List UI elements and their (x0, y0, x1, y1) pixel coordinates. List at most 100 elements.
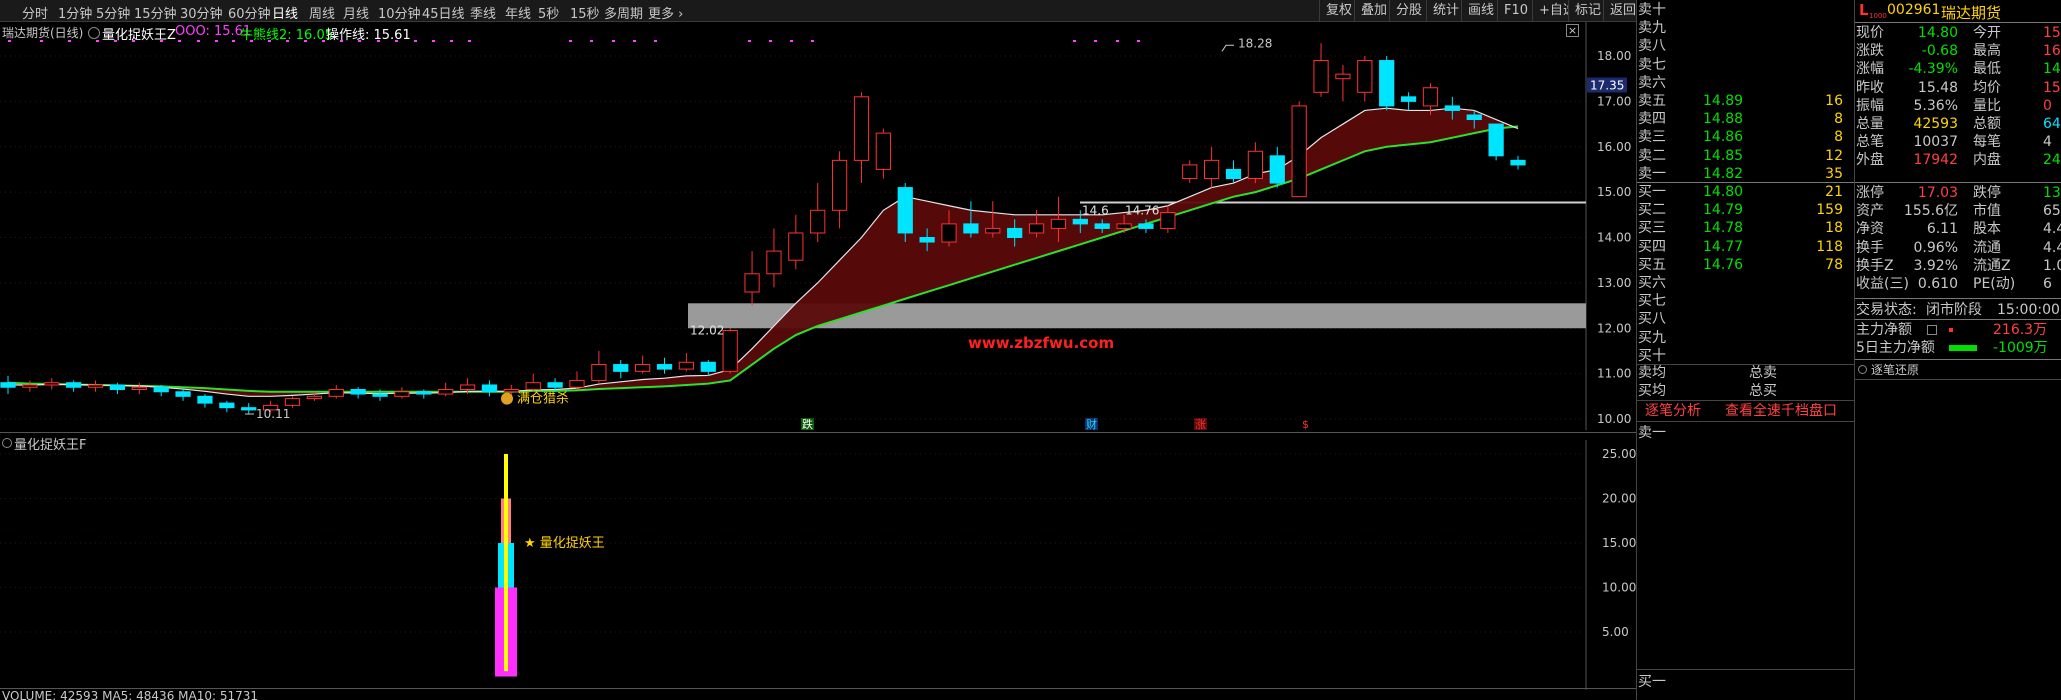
full-depth-link[interactable]: 查看全速千档盘口 (1725, 402, 1837, 420)
candle-body (1510, 159, 1526, 166)
timeframe-tab[interactable]: 更多 › (648, 3, 683, 22)
signal-label: 满仓猎杀 (517, 392, 569, 407)
toolbar-button[interactable]: 画线 (1461, 0, 1501, 21)
timeframe-tab[interactable]: 年线 (505, 3, 531, 22)
timeframe-tab[interactable]: 日线 (272, 3, 298, 22)
order-book-row[interactable]: 买一 14.80 21 (1637, 183, 1855, 201)
candle-body (525, 382, 541, 391)
timeframe-tab[interactable]: 月线 (343, 3, 369, 22)
candle-body (153, 386, 169, 393)
sub-indicator-chart[interactable]: 25.00 20.00 15.00 10.00 5.00 ★ 量化捉妖王 (0, 440, 1636, 690)
timeframe-tab[interactable]: 分时 (22, 3, 48, 22)
order-book-row[interactable]: 买二 14.79 159 (1637, 201, 1855, 219)
sub-axis-label: 15.00 (1602, 536, 1636, 550)
candle (1182, 160, 1198, 184)
timeframe-tab[interactable]: 30分钟 (180, 3, 223, 22)
timeframe-tab[interactable]: 60分钟 (228, 3, 271, 22)
candle-body (109, 384, 126, 391)
marker-dot (569, 40, 572, 42)
timeframe-tab[interactable]: 10分钟 (378, 3, 421, 22)
level-annotation-2b: 14.76 (1125, 203, 1159, 217)
event-marker[interactable]: $ (1302, 418, 1309, 430)
level-label: 买十 (1638, 347, 1666, 364)
candle (1400, 92, 1417, 111)
candle-body (219, 402, 235, 409)
timeframe-tab[interactable]: 15秒 (570, 3, 600, 22)
candle-body (1050, 218, 1067, 229)
candle-body (963, 223, 979, 234)
order-book-row[interactable]: 买七 (1637, 292, 1855, 310)
order-book-row[interactable]: 买十 (1637, 347, 1855, 365)
timeframe-tab[interactable]: 15分钟 (134, 3, 177, 22)
event-marker[interactable]: 跌 (802, 417, 813, 430)
toolbar-button[interactable]: F10 (1497, 0, 1535, 21)
candle-body (875, 132, 891, 170)
quote-row: 振幅 5.36% 量比 0 (1855, 97, 2061, 115)
toolbar-button[interactable]: 统计 (1426, 0, 1466, 21)
timeframe-tab[interactable]: 1分钟 (58, 3, 92, 22)
timeframe-tab[interactable]: 多周期 (604, 3, 643, 22)
quote-key: 最高 (1973, 43, 2001, 60)
timeframe-tab[interactable]: 45日线 (422, 3, 465, 22)
event-marker[interactable]: 财 (1086, 417, 1097, 430)
quote-key: 流通Z (1973, 257, 2011, 274)
order-book-row[interactable]: 卖一 14.82 35 (1637, 165, 1855, 183)
level-price: 14.86 (1703, 129, 1744, 146)
order-book-row[interactable]: 买六 (1637, 274, 1855, 292)
timeframe-tab[interactable]: 周线 (309, 3, 335, 22)
order-book-row[interactable]: 卖五 14.89 16 (1637, 92, 1855, 110)
total-buy-label: 总买 (1749, 383, 1777, 399)
order-book-row[interactable]: 买九 (1637, 329, 1855, 347)
order-book-row[interactable]: 卖七 (1637, 56, 1855, 74)
level-label: 卖八 (1638, 38, 1666, 55)
order-book-row[interactable]: 买三 14.78 18 (1637, 219, 1855, 237)
order-book-row[interactable]: 卖六 (1637, 74, 1855, 92)
order-book-row[interactable]: 卖九 (1637, 19, 1855, 37)
quote-divider (1855, 319, 2061, 320)
candle (481, 380, 498, 397)
info-icon[interactable] (1927, 325, 1937, 335)
main-inflow-value: 216.3万 (1993, 322, 2048, 338)
event-marker[interactable]: 涨 (1195, 418, 1206, 430)
level-label: 卖十 (1638, 2, 1666, 18)
quote-key: 总量 (1856, 116, 1884, 132)
quote-value: 0.610 (1917, 276, 1958, 292)
order-book-row[interactable]: 卖二 14.85 12 (1637, 147, 1855, 165)
candle-body (1204, 159, 1220, 180)
candle (394, 387, 410, 399)
candle-body (810, 209, 826, 234)
candlestick-chart[interactable]: 18.00 17.00 16.00 15.00 14.00 13.00 12.00 11.00… (0, 22, 1636, 430)
candle-body (66, 382, 82, 388)
order-book-row[interactable]: 卖三 14.86 8 (1637, 128, 1855, 146)
toolbar-button[interactable]: 分股 (1389, 0, 1429, 21)
toolbar-button[interactable]: 叠加 (1354, 0, 1394, 21)
toolbar-button[interactable]: 复权 (1319, 0, 1359, 21)
toolbar-button[interactable]: 标记 (1568, 0, 1608, 21)
level-label: 买三 (1638, 220, 1666, 237)
marker-dot (1116, 40, 1119, 42)
quote-row: 换手Z 3.92% 流通Z 1.0 (1855, 257, 2061, 275)
marker-dot (304, 40, 307, 42)
order-book-row[interactable]: 买五 14.76 78 (1637, 256, 1855, 274)
main-inflow-label: 主力净额 (1856, 322, 1912, 338)
order-book-row[interactable]: 买四 14.77 118 (1637, 238, 1855, 256)
order-book-row[interactable]: 卖八 (1637, 37, 1855, 55)
candle-body (613, 364, 629, 372)
tick-restore-row[interactable]: 逐笔还原 (1855, 361, 2061, 379)
level-label: 卖六 (1638, 74, 1666, 91)
order-book-row[interactable]: 买八 (1637, 310, 1855, 328)
timeframe-tab[interactable]: 季线 (470, 3, 496, 22)
timeframe-tab[interactable]: 5分钟 (96, 3, 130, 22)
level-price: 14.77 (1703, 238, 1744, 255)
quote-key: 现价 (1856, 25, 1884, 41)
order-book-row[interactable]: 卖十 (1637, 1, 1855, 19)
timeframe-tab[interactable]: 5秒 (538, 3, 559, 22)
level-label: 买一 (1638, 184, 1666, 200)
candle-body (1138, 223, 1154, 229)
level-volume: 12 (1825, 147, 1843, 164)
quote-row: 收益(三) 0.610 PE(动) 6 (1855, 275, 2061, 293)
collapse-icon[interactable] (1858, 365, 1867, 374)
order-book-row[interactable]: 卖四 14.88 8 (1637, 110, 1855, 128)
marker-dot (432, 40, 435, 42)
tick-analysis-link[interactable]: 逐笔分析 (1645, 402, 1701, 420)
